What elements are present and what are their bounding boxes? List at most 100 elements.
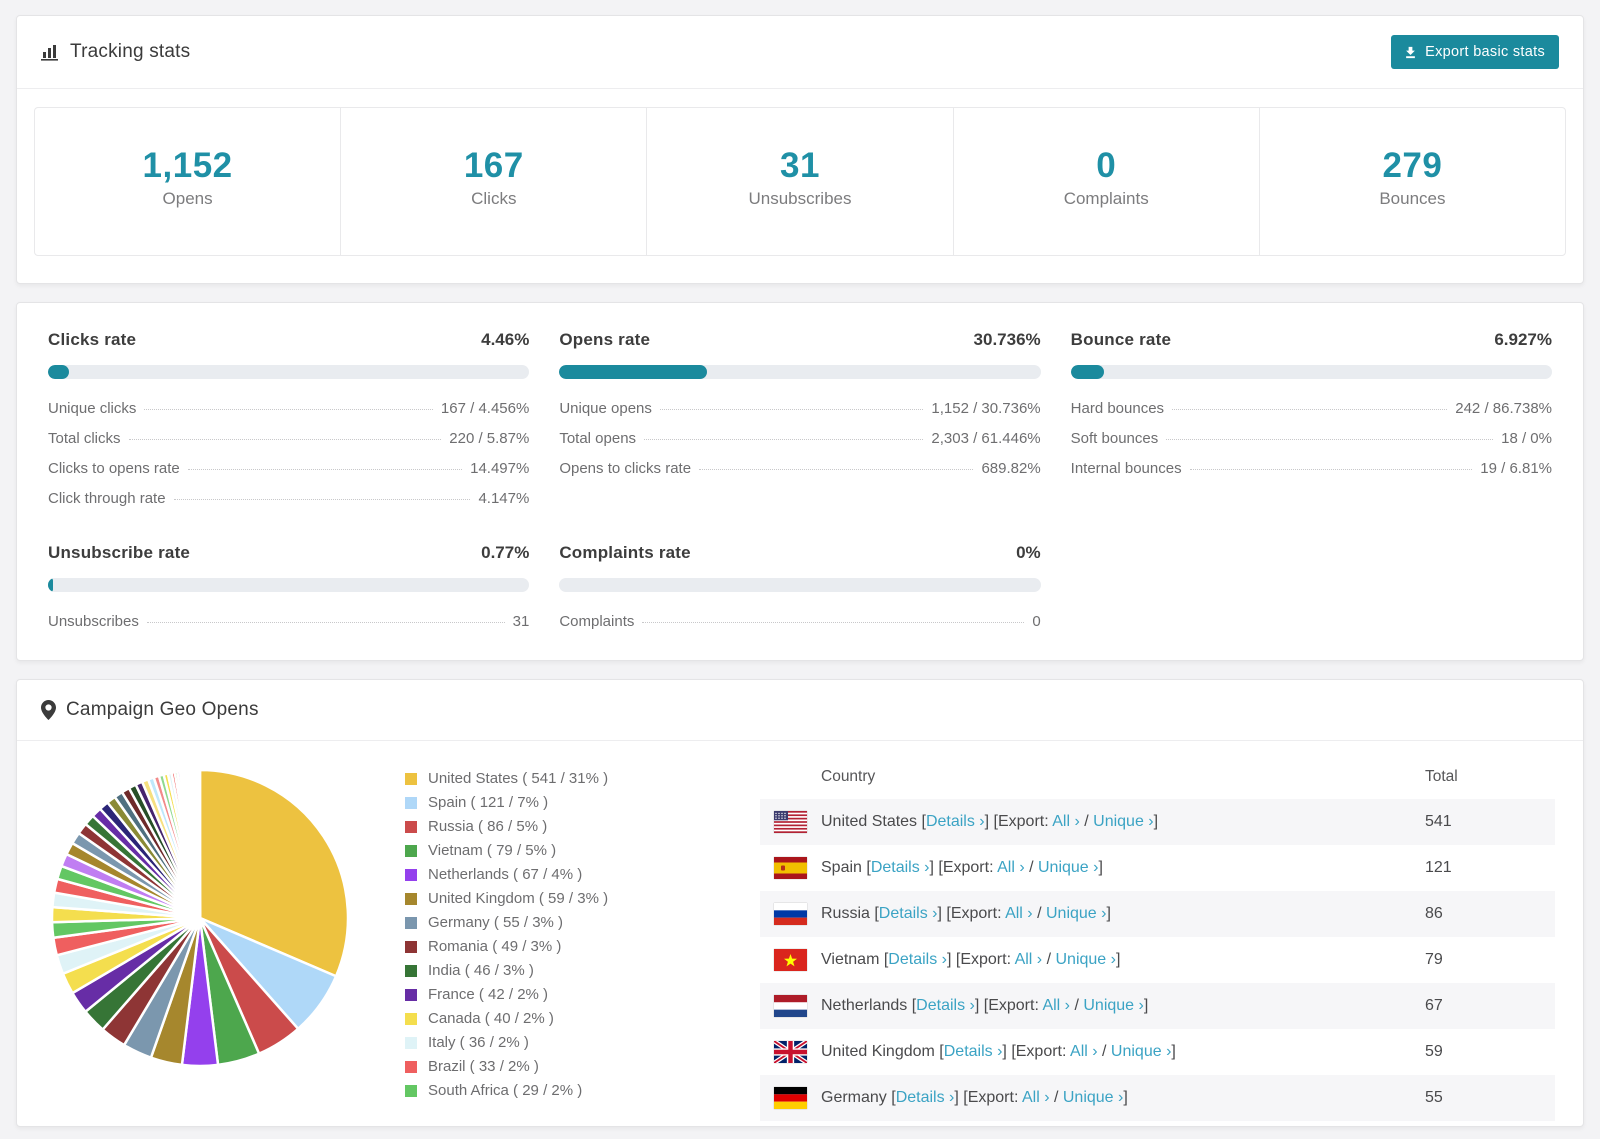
geo-table-total-cell: 55 xyxy=(1425,1089,1443,1106)
nl-flag-icon xyxy=(774,995,807,1017)
rate-detail-value: 19 / 6.81% xyxy=(1480,460,1552,477)
export-all-link[interactable]: All › xyxy=(1052,813,1080,830)
rate-detail-row: Complaints 0 xyxy=(559,613,1040,630)
rate-progress-bar xyxy=(559,365,1041,379)
geo-table-row-de: Germany [Details ›] [Export: All › / Uni… xyxy=(760,1075,1555,1121)
de-flag-icon xyxy=(774,1087,807,1109)
export-unique-link[interactable]: Unique › xyxy=(1093,813,1153,830)
geo-table-total-cell: 79 xyxy=(1425,951,1443,968)
details-link[interactable]: Details › xyxy=(926,813,985,830)
details-link[interactable]: Details › xyxy=(944,1043,1003,1060)
export-basic-stats-button[interactable]: Export basic stats xyxy=(1391,35,1559,69)
export-all-link[interactable]: All › xyxy=(1022,1089,1050,1106)
bracket-text: ] xyxy=(1098,859,1103,876)
export-all-link[interactable]: All › xyxy=(1015,951,1043,968)
legend-item-united-states: United States ( 541 / 31% ) xyxy=(405,770,690,787)
slash-text: / xyxy=(1042,951,1056,968)
slash-text: / xyxy=(1097,1043,1111,1060)
export-all-link[interactable]: All › xyxy=(997,859,1025,876)
rate-detail-row: Soft bounces 18 / 0% xyxy=(1071,430,1552,447)
legend-label: France ( 42 / 2% ) xyxy=(428,986,549,1003)
bracket-text: ] xyxy=(1123,1089,1128,1106)
geo-table-total-cell: 59 xyxy=(1425,1043,1443,1060)
stat-value: 0 xyxy=(1096,146,1117,185)
dotted-leader xyxy=(699,469,974,470)
export-unique-link[interactable]: Unique › xyxy=(1083,997,1143,1014)
rates-card: Clicks rate 4.46% Unique clicks 167 / 4.456… xyxy=(16,302,1584,661)
export-unique-link[interactable]: Unique › xyxy=(1111,1043,1171,1060)
rate-progress-fill xyxy=(48,578,53,592)
rate-value: 4.46% xyxy=(481,330,530,349)
legend-label: Netherlands ( 67 / 4% ) xyxy=(428,866,583,883)
rate-detail-label: Soft bounces xyxy=(1070,430,1159,447)
rate-detail-value: 220 / 5.87% xyxy=(449,430,530,447)
legend-item-spain: Spain ( 121 / 7% ) xyxy=(405,794,690,811)
rate-title: Opens rate xyxy=(559,330,651,349)
legend-color-chip xyxy=(405,868,417,881)
geo-table-row-gb: United Kingdom [Details ›] [Export: All … xyxy=(760,1029,1555,1075)
export-all-link[interactable]: All › xyxy=(1005,905,1033,922)
export-unique-link[interactable]: Unique › xyxy=(1038,859,1098,876)
geo-table-country-cell: Germany [Details ›] [Export: All › / Uni… xyxy=(821,1089,1425,1107)
geo-table-row-ru: Russia [Details ›] [Export: All › / Uniq… xyxy=(760,891,1555,937)
rate-block-unsubscribe-rate: Unsubscribe rate 0.77% Unsubscribes 31 xyxy=(48,543,530,630)
rate-detail-row: Total clicks 220 / 5.87% xyxy=(48,430,529,447)
rate-detail-row: Total opens 2,303 / 61.446% xyxy=(559,430,1040,447)
rate-detail-label: Hard bounces xyxy=(1070,400,1165,417)
bracket-text: ] [Export: xyxy=(937,905,1006,922)
legend-label: Italy ( 36 / 2% ) xyxy=(428,1034,529,1051)
rate-detail-row: Clicks to opens rate 14.497% xyxy=(48,460,529,477)
export-unique-link[interactable]: Unique › xyxy=(1055,951,1115,968)
export-all-link[interactable]: All › xyxy=(1070,1043,1098,1060)
rate-block-clicks-rate: Clicks rate 4.46% Unique clicks 167 / 4.456… xyxy=(48,330,530,507)
stat-value: 31 xyxy=(780,146,820,185)
legend-item-vietnam: Vietnam ( 79 / 5% ) xyxy=(405,842,690,859)
rate-title: Unsubscribe rate xyxy=(48,543,191,562)
rate-value: 30.736% xyxy=(973,330,1041,349)
rate-detail-value: 14.497% xyxy=(470,460,530,477)
details-link[interactable]: Details › xyxy=(888,951,947,968)
map-pin-icon xyxy=(41,700,56,720)
rate-detail-value: 31 xyxy=(512,613,530,630)
bracket-text: [ xyxy=(886,1089,896,1106)
legend-color-chip xyxy=(405,1036,417,1049)
export-all-link[interactable]: All › xyxy=(1042,997,1070,1014)
details-link[interactable]: Details › xyxy=(871,859,930,876)
bracket-text: ] [Export: xyxy=(984,813,1053,830)
stat-cell-unsubscribes: 31 Unsubscribes xyxy=(647,108,954,255)
details-link[interactable]: Details › xyxy=(896,1089,955,1106)
export-unique-link[interactable]: Unique › xyxy=(1063,1089,1123,1106)
rate-detail-row: Unique clicks 167 / 4.456% xyxy=(48,400,529,417)
details-link[interactable]: Details › xyxy=(916,997,975,1014)
stat-cell-clicks: 167 Clicks xyxy=(341,108,648,255)
rate-detail-value: 4.147% xyxy=(478,490,530,507)
rates-grid: Clicks rate 4.46% Unique clicks 167 / 4.456… xyxy=(48,330,1552,630)
stat-value: 1,152 xyxy=(142,146,233,185)
rate-detail-value: 18 / 0% xyxy=(1501,430,1552,447)
legend-color-chip xyxy=(405,916,417,929)
geo-pie-chart xyxy=(45,755,365,1121)
geo-header: Campaign Geo Opens xyxy=(17,680,1583,741)
legend-label: Romania ( 49 / 3% ) xyxy=(428,938,562,955)
country-name: Germany xyxy=(821,1089,887,1106)
rate-detail-label: Unique clicks xyxy=(48,400,137,417)
rate-title: Complaints rate xyxy=(559,543,691,562)
bracket-text: ] xyxy=(1143,997,1149,1014)
dotted-leader xyxy=(1189,469,1473,470)
geo-table-row-vn: Vietnam [Details ›] [Export: All › / Uni… xyxy=(760,937,1555,983)
rate-progress-bar xyxy=(48,365,530,379)
rate-progress-fill xyxy=(1070,365,1104,379)
rate-detail-label: Internal bounces xyxy=(1070,460,1182,477)
rate-detail-row: Click through rate 4.147% xyxy=(48,490,529,507)
rate-value: 0.77% xyxy=(481,543,530,562)
rate-detail-value: 1,152 / 30.736% xyxy=(931,400,1041,417)
tracking-stats-title: Tracking stats xyxy=(70,41,191,62)
legend-label: United Kingdom ( 59 / 3% ) xyxy=(428,890,609,907)
rate-detail-value: 2,303 / 61.446% xyxy=(931,430,1041,447)
details-link[interactable]: Details › xyxy=(879,905,938,922)
rate-progress-fill xyxy=(559,365,708,379)
export-unique-link[interactable]: Unique › xyxy=(1046,905,1106,922)
stat-value: 279 xyxy=(1382,146,1443,185)
legend-item-canada: Canada ( 40 / 2% ) xyxy=(405,1010,690,1027)
legend-label: Brazil ( 33 / 2% ) xyxy=(428,1058,539,1075)
